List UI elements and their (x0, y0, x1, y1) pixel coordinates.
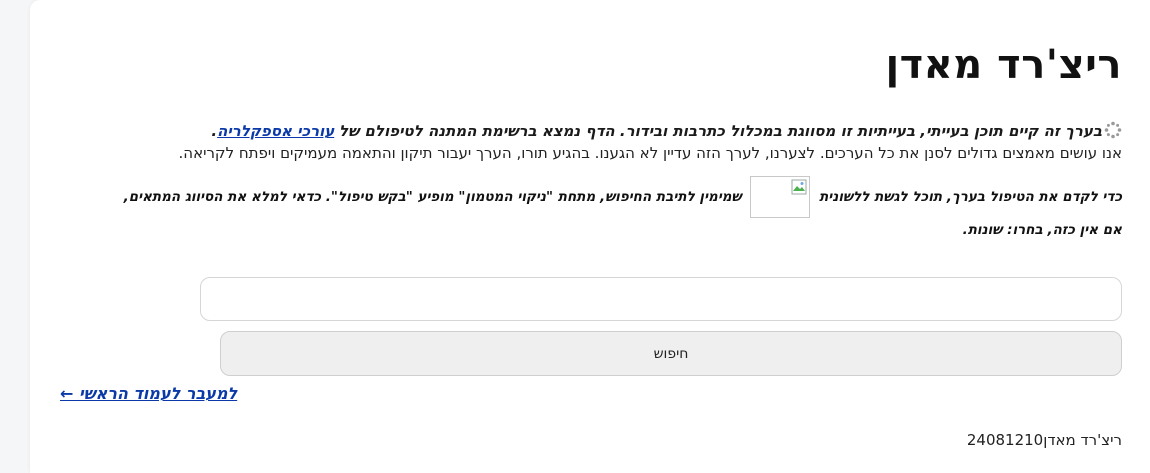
content-card: ריצ'רד מאדן בערך זה קיים תוכן בעייתי, בע… (30, 0, 1150, 473)
broken-image-icon (791, 179, 807, 195)
problematic-content-notice: בערך זה קיים תוכן בעייתי, בעייתיות זו מס… (62, 120, 1122, 164)
instructions-part3: אם אין כזה, בחרו: שונות. (962, 222, 1122, 238)
instructions-part2: שמימין לתיבת החיפוש, מתחת "ניקוי המטמון"… (123, 189, 742, 205)
notice-bold-text: בערך זה קיים תוכן בעייתי, בעייתיות זו מס… (339, 122, 1102, 140)
search-button[interactable]: חיפוש (220, 331, 1122, 376)
search-input[interactable] (200, 277, 1122, 321)
request-instructions: כדי לקדם את הטיפול בערך, תוכל לגשת ללשונ… (52, 176, 1122, 242)
home-page-link[interactable]: למעבר לעמוד הראשי ← (60, 384, 237, 403)
footer-text: ריצ'רד מאדן24081210 (966, 431, 1122, 449)
page-title: ריצ'רד מאדן (885, 42, 1122, 88)
notice-second-line: אנו עושים מאמצים גדולים לסנן את כל הערכי… (178, 144, 1122, 162)
instructions-part1: כדי לקדם את הטיפול בערך, תוכל לגשת ללשונ… (819, 189, 1122, 205)
gear-icon (1104, 121, 1122, 139)
broken-image (750, 176, 811, 218)
editors-link[interactable]: עורכי אספקלריה (217, 122, 334, 140)
